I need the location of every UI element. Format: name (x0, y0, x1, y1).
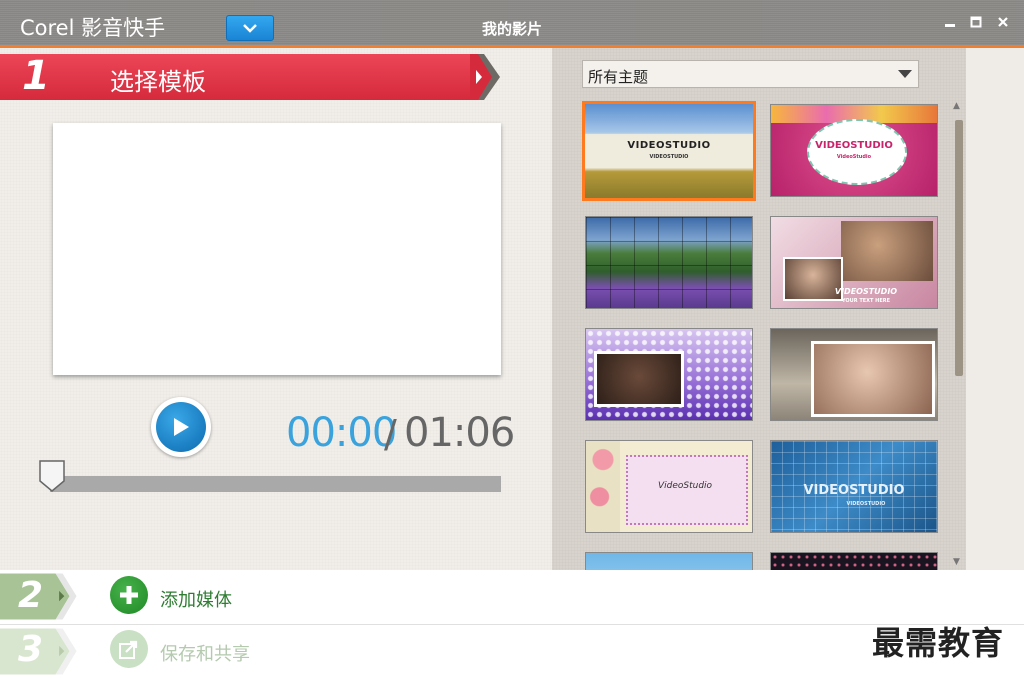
theme-thumbnail-8[interactable]: VIDEOSTUDIO VIDEOSTUDIO (770, 440, 938, 533)
step1-number: 1 (22, 53, 50, 99)
theme-title: VIDEOSTUDIO (627, 140, 711, 151)
step2-number: 2 (18, 575, 44, 616)
play-button[interactable] (151, 397, 211, 457)
share-icon (119, 640, 138, 659)
watermark: 最需教育 (872, 624, 1005, 662)
theme-subtitle: VIDEOSTUDIO (649, 154, 689, 160)
theme-thumbnail-5[interactable] (585, 328, 753, 421)
theme-list: VIDEOSTUDIO VIDEOSTUDIO VIDEOSTUDIO Vide… (552, 98, 952, 570)
dropdown-arrow-icon (898, 70, 912, 78)
step2-label: 添加媒体 (160, 590, 232, 611)
scrub-handle[interactable] (38, 459, 66, 493)
theme-thumbnail-2[interactable]: VIDEOSTUDIO VideoStudio (770, 104, 938, 197)
step3-number: 3 (18, 629, 44, 670)
scrub-bar[interactable] (50, 476, 501, 492)
theme-title: VIDEOSTUDIO (803, 483, 905, 498)
plus-icon (120, 586, 138, 604)
theme-title: VideoStudio (657, 481, 713, 491)
minimize-icon (945, 24, 955, 27)
current-time: 00:00 (286, 410, 397, 456)
theme-title: VIDEOSTUDIO (834, 287, 898, 296)
step3-row[interactable]: 3 保存和共享 (0, 624, 1024, 678)
theme-thumbnail-1[interactable]: VIDEOSTUDIO VIDEOSTUDIO (582, 101, 756, 201)
window-title: 我的影片 (481, 20, 542, 38)
total-time: 01:06 (404, 410, 515, 456)
close-icon (998, 17, 1008, 27)
theme-list-scrollbar[interactable] (955, 120, 963, 376)
scroll-up-icon[interactable]: ▲ (953, 101, 960, 111)
theme-subtitle: VideoStudio (836, 154, 872, 160)
title-bar: Corel 影音快手 我的影片 (0, 0, 1024, 48)
step1-label: 选择模板 (110, 68, 206, 96)
step2-row[interactable]: 2 添加媒体 (0, 570, 1024, 623)
theme-filter-value: 所有主题 (588, 68, 649, 86)
minimize-button[interactable] (942, 14, 958, 30)
time-separator: / (384, 412, 397, 456)
preview-screen[interactable] (53, 123, 501, 375)
play-icon (174, 418, 189, 436)
theme-thumbnail-10[interactable] (770, 552, 938, 570)
theme-title: VIDEOSTUDIO (815, 140, 893, 151)
theme-subtitle: VIDEOSTUDIO (846, 501, 886, 507)
theme-thumbnail-3[interactable] (585, 216, 753, 309)
theme-thumbnail-6[interactable] (770, 328, 938, 421)
step1-banner (0, 54, 476, 100)
maximize-button[interactable] (968, 14, 984, 30)
scroll-down-icon[interactable]: ▼ (953, 557, 960, 567)
step1-arrow-icon (470, 54, 500, 100)
close-button[interactable] (995, 14, 1011, 30)
theme-thumbnail-9[interactable] (585, 552, 753, 570)
add-media-button[interactable] (110, 576, 148, 614)
save-share-button[interactable] (110, 630, 148, 668)
theme-filter-select[interactable]: 所有主题 (582, 60, 919, 88)
theme-thumbnail-7[interactable]: VideoStudio (585, 440, 753, 533)
step3-label: 保存和共享 (160, 644, 250, 665)
theme-subtitle: YOUR TEXT HERE (841, 298, 891, 304)
theme-thumbnail-4[interactable]: VIDEOSTUDIO YOUR TEXT HERE (770, 216, 938, 309)
maximize-icon (970, 16, 982, 28)
right-margin (966, 48, 1024, 570)
